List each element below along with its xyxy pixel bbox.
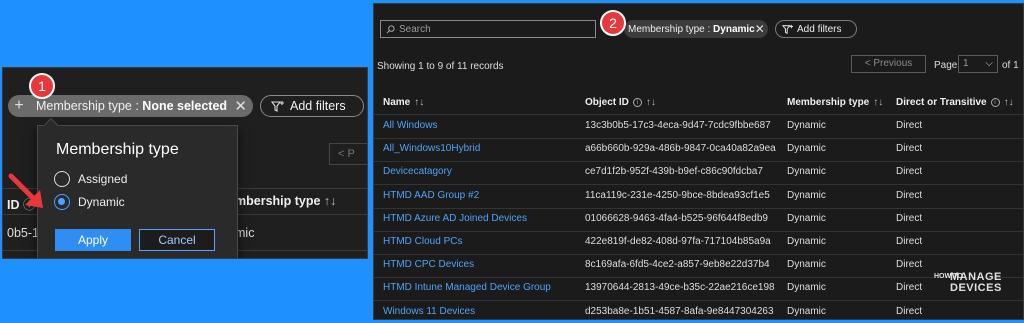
cell-direct-or-transitive: Direct <box>896 189 923 201</box>
cell-membership-type: Dynamic <box>787 305 826 317</box>
cell-direct-or-transitive: Direct <box>896 166 923 178</box>
popup-title: Membership type <box>56 141 179 158</box>
table-row[interactable]: HTMD Cloud PCs 422e819f-de82-408d-97fa-71… <box>374 231 1023 255</box>
group-name-link[interactable]: Windows 11 Devices <box>383 306 475 317</box>
step-badge-2: 2 <box>600 10 626 36</box>
sort-icon: ↑↓ <box>873 97 884 108</box>
cell-direct-or-transitive: Direct <box>896 120 923 131</box>
column-header-membership-type[interactable]: mbership type ↑↓ <box>235 194 336 208</box>
table-row[interactable]: HTMD Azure AD Joined Devices 01066628-946… <box>374 208 1023 232</box>
close-icon[interactable]: ✕ <box>234 97 247 115</box>
apply-button[interactable]: Apply <box>55 229 131 251</box>
add-filter-icon <box>271 100 284 112</box>
radio-label: Assigned <box>78 172 128 186</box>
cell-object-id: 13c3b0b5-17c3-4eca-9d47-7cdc9fbbe687 <box>585 120 771 131</box>
table-row[interactable]: All_Windows10Hybrid a66b660b-929a-486b-98… <box>374 138 1023 163</box>
previous-button[interactable]: < P <box>329 143 367 165</box>
page-value: 1 <box>963 58 969 69</box>
add-filters-label: Add filters <box>797 23 842 35</box>
column-header-direct-or-transitive[interactable]: Direct or Transitive i ↑↓ <box>896 97 1014 108</box>
cell-object-id: 422e819f-de82-408d-97fa-717104b85a9a <box>585 236 771 247</box>
cancel-button[interactable]: Cancel <box>139 229 215 251</box>
table-row[interactable]: HTMD CPC Devices 8c169afa-6fd5-4ce2-a857-… <box>374 254 1023 279</box>
group-name-link[interactable]: All_Windows10Hybrid <box>383 143 480 154</box>
cell-membership-type: Dynamic <box>787 189 826 201</box>
group-name-link[interactable]: Devicecatagory <box>383 166 452 177</box>
red-arrow-icon <box>8 173 43 208</box>
table-row[interactable]: Windows 11 Devices d253ba8e-1b51-4587-8af… <box>374 301 1023 319</box>
htmd-logo: HOW TO MANAGE DEVICES <box>934 269 1022 309</box>
group-name-link[interactable]: HTMD AAD Group #2 <box>383 190 479 201</box>
membership-type-popup: Membership type Assigned Dynamic Apply C… <box>37 117 238 258</box>
cell-object-id: a66b660b-929a-486b-9847-0ca40a82a9ea <box>585 143 776 155</box>
search-input[interactable]: Search <box>380 20 596 38</box>
cell-object-id: d253ba8e-1b51-4587-8afa-9e8447304263 <box>585 305 774 317</box>
cell-membership-type: Dynamic <box>787 166 826 178</box>
cell-membership-type: Dynamic <box>787 282 826 294</box>
cell-membership-type: Dynamic <box>787 143 826 155</box>
cell-direct-or-transitive: Direct <box>896 305 923 317</box>
cell-membership-type: Dynamic <box>787 259 826 271</box>
radio-selected-icon[interactable] <box>54 194 70 210</box>
radio-label: Dynamic <box>78 195 125 209</box>
add-filters-button[interactable]: Add filters <box>260 95 364 117</box>
groups-list-panel: Search Membership type : Dynamic ✕ Add f… <box>373 3 1024 320</box>
logo-text: MANAGE DEVICES <box>950 271 1002 294</box>
plus-icon: + <box>14 97 24 114</box>
table-row[interactable]: HTMD Intune Managed Device Group 13970644… <box>374 277 1023 302</box>
group-name-link[interactable]: HTMD Intune Managed Device Group <box>383 282 551 293</box>
cell-object-id: 8c169afa-6fd5-4ce2-a857-9eb8e22d37b4 <box>585 259 770 271</box>
sort-icon: ↑↓ <box>645 97 656 108</box>
cell-direct-or-transitive: Direct <box>896 212 923 224</box>
column-header-name[interactable]: Name ↑↓ <box>383 97 424 108</box>
filter-pill-label: Membership type : Dynamic <box>628 23 755 35</box>
page-total: of 1 <box>1002 60 1019 71</box>
radio-option-dynamic[interactable]: Dynamic <box>54 194 125 210</box>
cell-object-id: 01066628-9463-4fa4-b525-96f644f8edb9 <box>585 212 768 224</box>
step-badge-1: 1 <box>29 73 55 99</box>
table-row[interactable]: HTMD AAD Group #2 11ca119c-231e-4250-9bce… <box>374 185 1023 209</box>
sort-icon: ↑↓ <box>1003 97 1014 108</box>
column-header-object-id[interactable]: Object ID i ↑↓ <box>585 97 656 108</box>
cell-membership-type: Dynamic <box>787 120 826 131</box>
record-count: Showing 1 to 9 of 11 records <box>377 61 504 72</box>
radio-option-assigned[interactable]: Assigned <box>54 171 127 187</box>
group-name-link[interactable]: HTMD CPC Devices <box>383 259 474 270</box>
table-row[interactable]: Devicecatagory ce7d1f2b-952f-439b-b9ef-c8… <box>374 161 1023 186</box>
add-filter-icon <box>782 24 794 34</box>
group-name-link[interactable]: HTMD Azure AD Joined Devices <box>383 213 527 224</box>
info-icon: i <box>632 97 642 107</box>
add-filters-label: Add filters <box>290 99 346 113</box>
group-name-link[interactable]: All Windows <box>383 120 437 131</box>
cell-direct-or-transitive: Direct <box>896 236 923 247</box>
cell-membership-type: Dynamic <box>787 236 826 247</box>
cell-direct-or-transitive: Direct <box>896 259 923 271</box>
cell-direct-or-transitive: Direct <box>896 143 923 155</box>
add-filters-button[interactable]: Add filters <box>775 20 857 38</box>
radio-icon[interactable] <box>54 171 70 187</box>
filter-dropdown-panel: + Membership type : None selected ✕ Add … <box>2 67 368 259</box>
info-icon: i <box>990 97 1000 107</box>
popup-notch <box>43 117 59 133</box>
cell-object-id: 11ca119c-231e-4250-9bce-8bdea93cf1e5 <box>585 189 770 201</box>
previous-button[interactable]: < Previous <box>851 55 926 73</box>
table-row[interactable]: All Windows 13c3b0b5-17c3-4eca-9d47-7cdc9… <box>374 115 1023 139</box>
close-icon[interactable]: ✕ <box>755 22 765 36</box>
filter-pill-label: Membership type : None selected <box>36 99 228 113</box>
cell-object-id: 13970644-2813-49ce-b35c-22ae216ce198 <box>585 282 775 294</box>
page-label: Page <box>934 60 958 71</box>
chevron-down-icon: ⌵ <box>985 58 993 69</box>
cell-direct-or-transitive: Direct <box>896 282 923 294</box>
cell-object-id: ce7d1f2b-952f-439b-b9ef-c86c90fdcba7 <box>585 166 763 178</box>
search-placeholder: Search <box>399 23 431 35</box>
membership-type-filter-pill[interactable]: Membership type : Dynamic ✕ <box>624 20 768 38</box>
sort-icon: ↑↓ <box>414 97 425 108</box>
column-header-membership-type[interactable]: Membership type ↑↓ <box>787 97 883 108</box>
page-select[interactable]: 1 ⌵ <box>958 55 998 73</box>
search-icon <box>386 24 395 33</box>
group-name-link[interactable]: HTMD Cloud PCs <box>383 236 462 247</box>
cell-membership-type: Dynamic <box>787 212 826 224</box>
